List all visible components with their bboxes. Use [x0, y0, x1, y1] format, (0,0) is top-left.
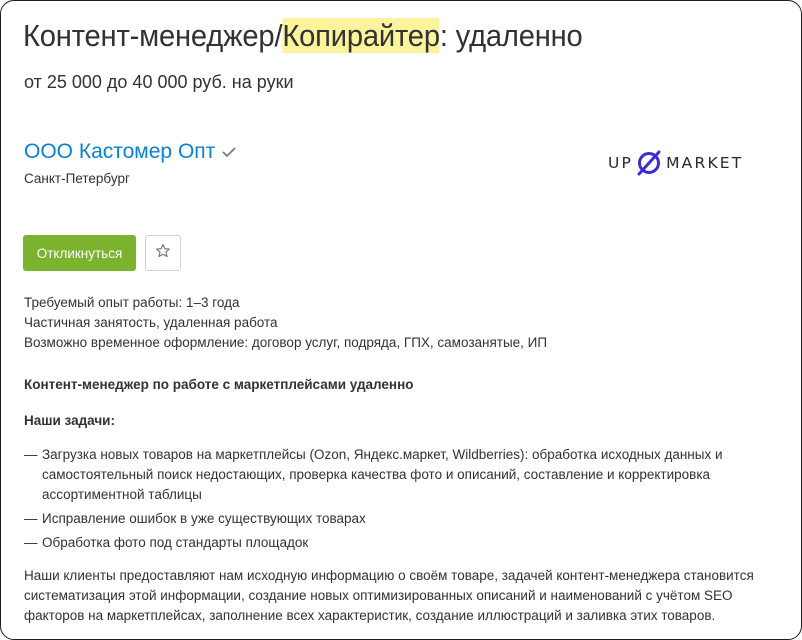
list-dash: — [24, 511, 38, 526]
logo-text-left: UP [608, 154, 634, 172]
salary: от 25 000 до 40 000 руб. на руки [24, 72, 294, 92]
description-paragraph: Наши клиенты предоставляют нам исходную … [24, 568, 754, 623]
logo-text-right: MARKET [666, 154, 744, 172]
company-logo[interactable]: UP MARKET [608, 149, 743, 177]
title-prefix: Контент-менеджер/ [23, 18, 283, 53]
list-item: — Загрузка новых товаров на маркетплейсы … [24, 445, 754, 505]
title-suffix: : удаленно [439, 18, 583, 53]
list-dash: — [24, 535, 38, 550]
task-text: Загрузка новых товаров на маркетплейсы (… [42, 447, 723, 502]
employment-text: Частичная занятость, удаленная работа [24, 315, 278, 330]
list-item: — Исправление ошибок в уже существующих т… [24, 509, 754, 529]
list-dash: — [24, 447, 38, 462]
company-name-link[interactable]: ООО Кастомер Опт [24, 138, 215, 166]
tasks-heading: Наши задачи: [24, 413, 115, 428]
vacancy-card: Контент-менеджер/Копирайтер: удаленно от… [0, 0, 802, 640]
task-text: Обработка фото под стандарты площадок [42, 535, 309, 550]
company-row: ООО Кастомер Опт [24, 138, 237, 166]
title-highlight: Копирайтер [282, 18, 440, 53]
check-icon [221, 144, 237, 160]
tasks-list: — Загрузка новых товаров на маркетплейсы … [24, 445, 754, 557]
experience-text: Требуемый опыт работы: 1–3 года [24, 295, 240, 310]
contract-text: Возможно временное оформление: договор у… [24, 335, 548, 350]
description-heading: Контент-менеджер по работе с маркетплейс… [24, 377, 414, 392]
vacancy-title: Контент-менеджер/Копирайтер: удаленно [23, 15, 583, 57]
star-icon [155, 243, 171, 264]
list-item: — Обработка фото под стандарты площадок [24, 533, 754, 553]
logo-mark-icon [635, 149, 663, 177]
task-text: Исправление ошибок в уже существующих то… [42, 511, 366, 526]
company-city: Санкт-Петербург [24, 171, 130, 186]
apply-button[interactable]: Откликнуться [23, 235, 136, 271]
favorite-button[interactable] [145, 235, 181, 271]
vacancy-details: Требуемый опыт работы: 1–3 года Частична… [24, 293, 547, 353]
